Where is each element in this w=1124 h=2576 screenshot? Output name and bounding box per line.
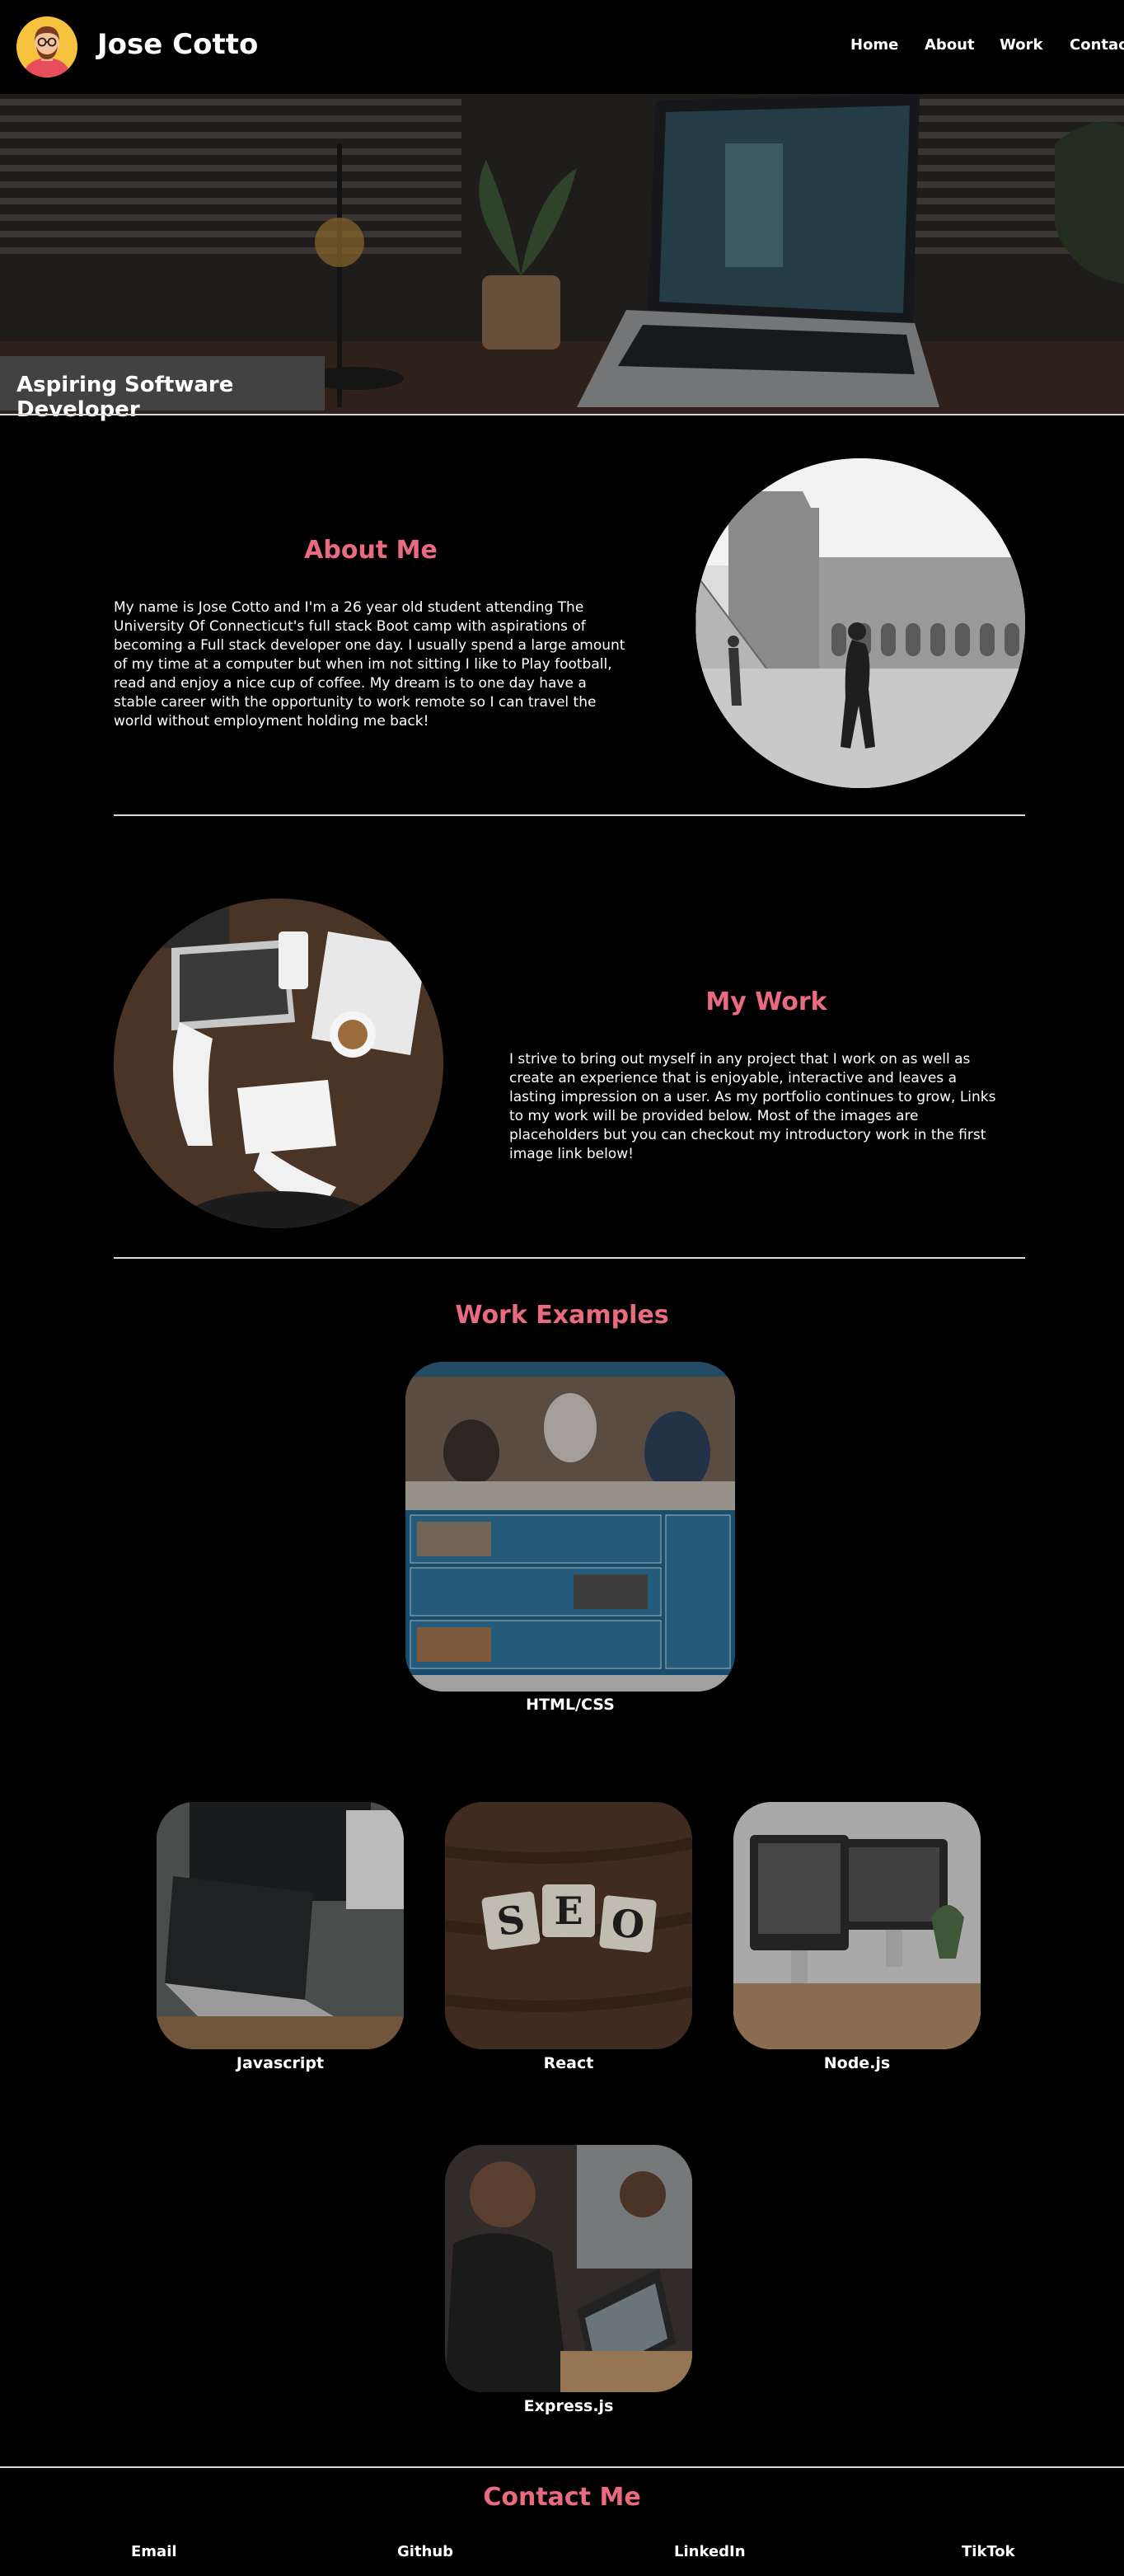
about-photo (695, 458, 1025, 788)
contact-divider (0, 2466, 1124, 2468)
nav-work-link[interactable]: Work (1000, 36, 1042, 54)
nav-home-link[interactable]: Home (850, 36, 898, 54)
avatar (16, 16, 77, 77)
expressjs-project-image (445, 2145, 692, 2392)
work-title: My Work (705, 988, 827, 1016)
nodejs-project-link[interactable] (733, 1802, 981, 2049)
contact-linkedin-link[interactable]: LinkedIn (674, 2543, 746, 2560)
react-project-link[interactable]: S E O (445, 1802, 692, 2049)
about-divider (114, 814, 1025, 816)
javascript-label: Javascript (236, 2054, 325, 2072)
contact-github-link[interactable]: Github (397, 2543, 453, 2560)
about-title: About Me (304, 536, 438, 565)
contact-tiktok-link[interactable]: TikTok (962, 2543, 1015, 2560)
site-name: Jose Cotto (97, 28, 259, 61)
work-text: I strive to bring out myself in any proj… (509, 1051, 996, 1162)
nav-about-link[interactable]: About (925, 36, 975, 54)
avatar-icon (16, 16, 77, 77)
work-divider (114, 1257, 1025, 1259)
react-label: React (543, 2054, 594, 2072)
examples-title: Work Examples (455, 1301, 669, 1330)
javascript-project-link[interactable] (157, 1802, 404, 2049)
nodejs-label: Node.js (823, 2054, 891, 2072)
nodejs-project-image (733, 1802, 981, 2049)
expressjs-label: Express.js (523, 2397, 614, 2415)
react-project-image: S E O (445, 1802, 692, 2049)
hero-caption: Aspiring Software Developer (0, 356, 325, 422)
html-css-project-link[interactable] (405, 1362, 735, 1692)
site-header: Jose Cotto Home About Work Contact (0, 0, 1124, 94)
contact-title: Contact Me (483, 2483, 641, 2512)
html-css-label: HTML/CSS (526, 1696, 615, 1714)
expressjs-project-link[interactable] (445, 2145, 692, 2392)
javascript-project-image (157, 1802, 404, 2049)
nav-contact-link[interactable]: Contact (1070, 36, 1124, 54)
html-css-project-screenshot (405, 1362, 735, 1692)
desk-top-image (114, 899, 443, 1228)
louvre-image (695, 458, 1025, 788)
work-photo (114, 899, 443, 1228)
hero-divider (0, 414, 1124, 415)
about-text: My name is Jose Cotto and I'm a 26 year … (114, 599, 625, 730)
contact-email-link[interactable]: Email (131, 2543, 177, 2560)
